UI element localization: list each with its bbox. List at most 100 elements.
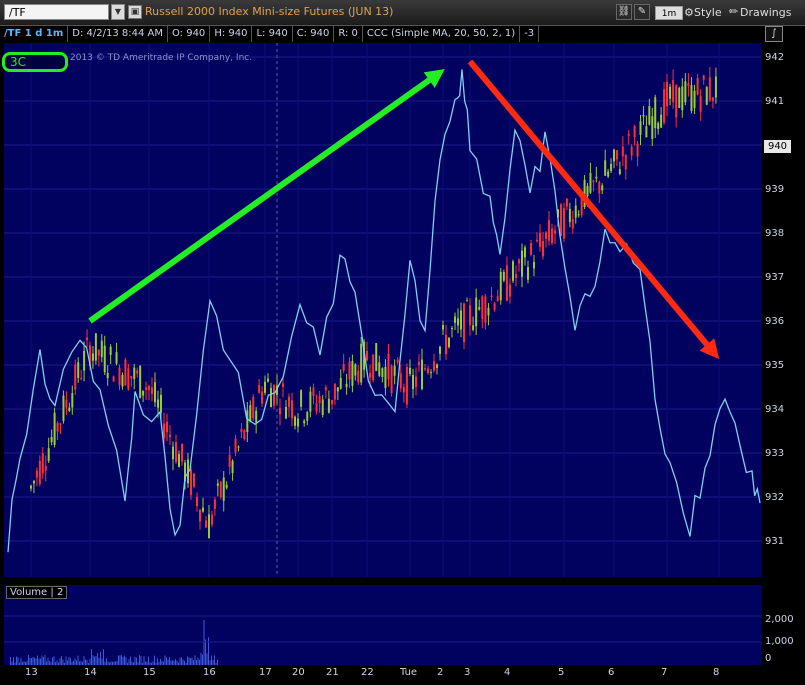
volume-bar <box>35 658 37 665</box>
price-candle <box>687 83 690 87</box>
volume-bar <box>29 657 31 665</box>
price-candle <box>205 520 207 528</box>
price-candle <box>433 361 435 371</box>
volume-bar <box>59 658 61 665</box>
volume-pane[interactable] <box>4 585 762 665</box>
price-candle <box>672 79 675 103</box>
time-tick: 17 <box>259 667 272 678</box>
chart-symbol-label[interactable]: /TF 1 d 1m <box>0 26 69 42</box>
price-candle <box>136 370 139 374</box>
price-candle <box>77 362 80 378</box>
price-candle <box>601 185 604 191</box>
bar-high: H: 940 <box>210 26 253 42</box>
volume-bar <box>91 649 92 665</box>
price-candle <box>196 496 198 506</box>
price-candle <box>512 261 514 281</box>
symbol-input[interactable]: /TF <box>4 4 109 20</box>
price-candle <box>651 116 654 139</box>
volume-bar <box>187 656 188 665</box>
volume-bar <box>83 656 85 665</box>
time-axis[interactable]: 13 14 15 16 17 20 21 22 Tue 2 3 4 5 6 7 8 <box>0 665 805 685</box>
price-candle <box>509 284 511 297</box>
price-candle <box>451 328 453 330</box>
time-tick: 14 <box>84 667 97 678</box>
price-candle <box>234 438 237 453</box>
price-candle <box>472 325 475 330</box>
price-candle <box>357 370 360 383</box>
volume-bar <box>206 653 208 665</box>
volume-bar <box>134 656 136 665</box>
price-candle <box>303 420 306 424</box>
price-candle <box>145 387 148 390</box>
price-candle <box>402 387 405 393</box>
drawings-button[interactable]: Drawings <box>740 6 791 19</box>
wrench-icon[interactable]: ✎ <box>634 4 650 20</box>
volume-bar <box>28 655 29 665</box>
study-label[interactable]: CCC (Simple MA, 20, 50, 2, 1) <box>363 26 521 42</box>
style-button[interactable]: Style <box>694 6 722 19</box>
price-candle <box>249 405 252 422</box>
volume-bar <box>100 651 101 665</box>
price-candle <box>300 390 303 407</box>
volume-bar <box>70 658 71 665</box>
price-candle <box>339 377 342 389</box>
price-candle <box>267 378 269 382</box>
link-icon[interactable]: ⛓ <box>616 4 632 20</box>
price-candle <box>589 172 592 193</box>
price-candle <box>415 376 417 388</box>
price-candle <box>399 373 402 389</box>
price-chart-svg[interactable] <box>4 43 762 577</box>
price-chart-pane[interactable] <box>4 43 762 577</box>
volume-bar <box>31 658 32 665</box>
price-candle <box>598 181 601 194</box>
volume-bar <box>43 657 44 665</box>
time-tick: 15 <box>143 667 156 678</box>
price-candle <box>175 442 177 463</box>
price-candle <box>106 372 109 379</box>
drawing-tool-icon[interactable]: ∫ <box>765 26 783 42</box>
price-candle <box>454 316 456 323</box>
price-candle <box>393 365 396 376</box>
style-gear-icon[interactable]: ⚙ <box>684 6 694 19</box>
price-candle <box>190 469 192 496</box>
time-tick: 20 <box>292 667 305 678</box>
price-candle <box>463 303 465 343</box>
price-candle <box>50 436 53 443</box>
price-candle <box>708 77 711 101</box>
price-candle <box>291 400 293 419</box>
symbol-dropdown-icon[interactable]: ▼ <box>111 4 125 20</box>
volume-bar <box>214 655 215 665</box>
price-candle <box>574 205 577 218</box>
volume-label[interactable]: Volume | 2 <box>6 586 68 599</box>
price-candle <box>243 430 246 440</box>
time-tick: 4 <box>504 667 511 678</box>
price-candle <box>442 325 444 330</box>
price-candle <box>231 460 234 473</box>
volume-bar <box>20 657 22 665</box>
price-tick: 937 <box>765 272 785 283</box>
price-tick: 932 <box>765 492 785 503</box>
price-candle <box>315 403 318 412</box>
lock-icon[interactable]: ▣ <box>128 5 142 19</box>
price-candle <box>645 126 648 138</box>
price-candle <box>80 377 83 379</box>
price-candle <box>524 247 526 258</box>
price-axis[interactable]: 942 941 940 939 938 937 936 935 934 933 … <box>762 43 805 577</box>
time-tick: 16 <box>203 667 216 678</box>
price-candle <box>714 76 717 98</box>
price-candle <box>255 410 258 423</box>
price-candle <box>331 399 333 405</box>
price-candle <box>225 484 228 488</box>
price-candle <box>699 95 702 112</box>
pencil-icon[interactable]: ✏ <box>729 5 738 18</box>
aggregation-button[interactable]: 1m <box>655 6 683 20</box>
price-candle <box>412 374 414 390</box>
price-candle <box>318 396 321 404</box>
volume-bar <box>179 657 181 665</box>
price-candle <box>604 160 607 176</box>
price-candle <box>666 82 668 107</box>
price-candle <box>396 359 399 363</box>
volume-bar <box>130 656 131 665</box>
price-candle <box>65 399 68 408</box>
bar-open: O: 940 <box>168 26 211 42</box>
